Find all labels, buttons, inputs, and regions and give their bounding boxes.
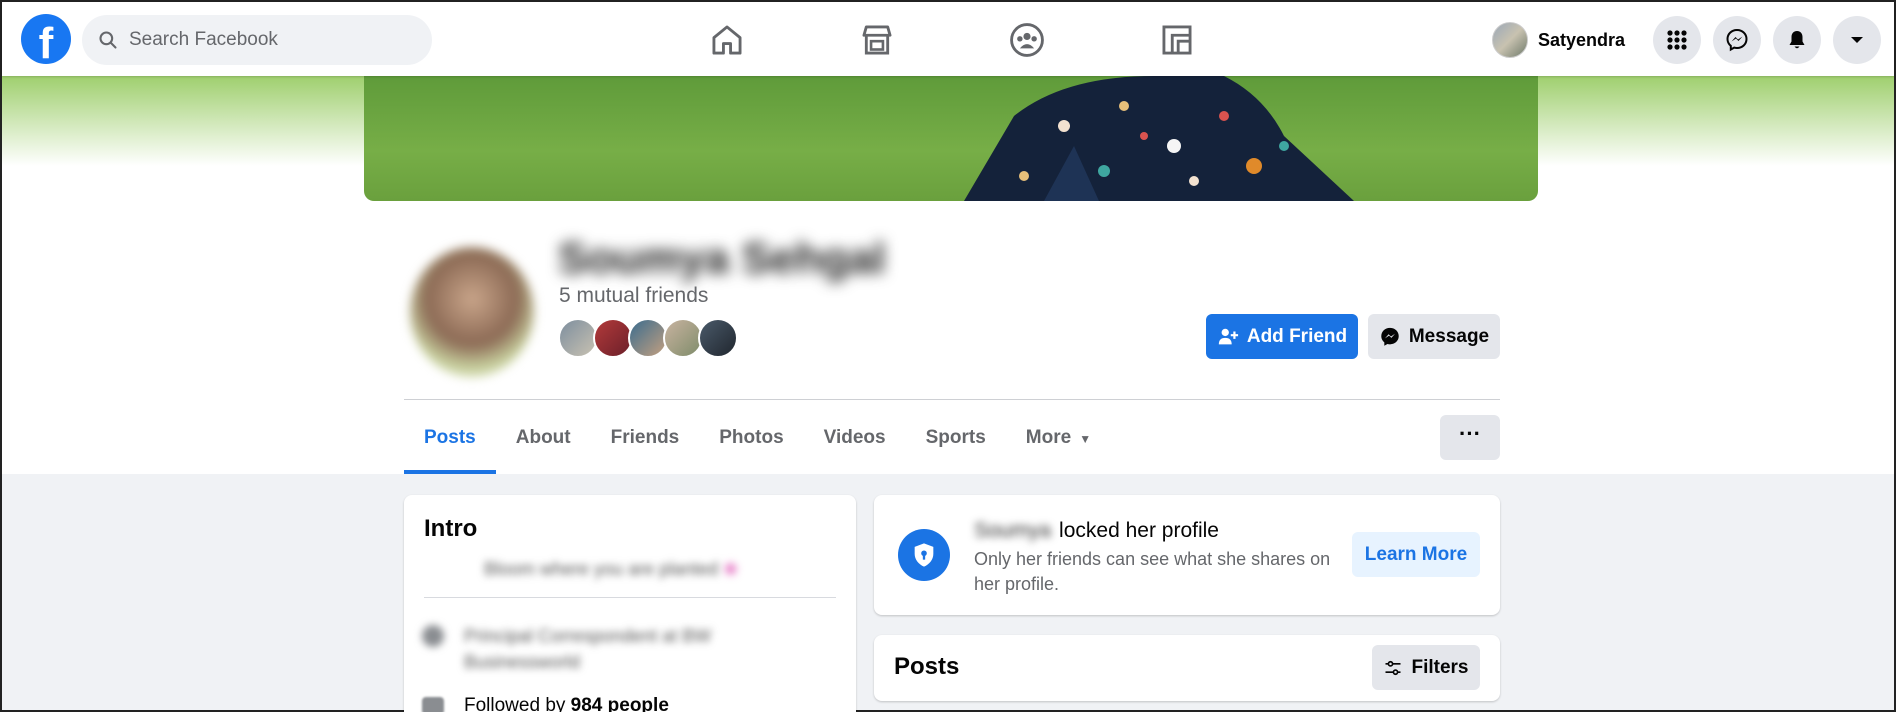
notifications-icon[interactable] — [1773, 16, 1821, 64]
mutual-friends-avatars — [558, 318, 738, 358]
groups-icon[interactable] — [1008, 21, 1046, 59]
flower-emoji-icon: ❀ — [723, 559, 739, 579]
shield-lock-icon — [898, 529, 950, 581]
posts-card: Posts Filters — [874, 635, 1500, 701]
intro-title: Intro — [424, 515, 478, 542]
tab-sports[interactable]: Sports — [906, 408, 1006, 474]
profile-tabs: Posts About Friends Photos Videos Sports… — [404, 408, 1111, 474]
tab-more-label: More — [1025, 427, 1072, 448]
cover-photo[interactable] — [364, 76, 1538, 201]
avatar[interactable] — [698, 318, 738, 358]
learn-more-button[interactable]: Learn More — [1352, 532, 1480, 577]
tab-more[interactable]: More ▼ — [1006, 408, 1111, 474]
caret-down-icon: ▼ — [1079, 432, 1092, 446]
mutual-friends-count[interactable]: 5 mutual friends — [559, 284, 708, 308]
locked-profile-text: locked her profile — [1059, 519, 1219, 542]
locked-profile-name: Soumya — [974, 519, 1052, 542]
posts-title: Posts — [894, 653, 960, 680]
account-caret-icon[interactable] — [1833, 16, 1881, 64]
profile-name: Soumya Sehgal — [558, 234, 886, 283]
work-icon — [422, 625, 444, 647]
profile-shortcut[interactable]: Satyendra — [1492, 20, 1625, 60]
profile-picture[interactable] — [410, 247, 534, 377]
filters-label: Filters — [1411, 656, 1469, 678]
locked-profile-card: Soumya locked her profile Only her friend… — [874, 495, 1500, 615]
menu-grid-icon[interactable] — [1653, 16, 1701, 64]
followers-count[interactable]: 984 people — [571, 695, 669, 712]
intro-card: Intro Bloom where you are planted ❀ Prin… — [404, 495, 856, 712]
filters-icon — [1385, 660, 1401, 675]
cover-photo-figure — [964, 76, 1354, 201]
user-name: Satyendra — [1538, 29, 1626, 50]
followers-line: Followed by 984 people — [464, 695, 669, 712]
tab-photos[interactable]: Photos — [699, 408, 803, 474]
filters-button[interactable]: Filters — [1372, 645, 1480, 690]
header-divider — [404, 399, 1500, 400]
messenger-icon — [1381, 327, 1399, 346]
intro-bio: Bloom where you are planted ❀ — [484, 559, 738, 580]
message-button[interactable]: Message — [1368, 314, 1500, 359]
intro-divider — [424, 597, 836, 598]
marketplace-icon[interactable] — [858, 21, 896, 59]
locked-profile-title: Soumya locked her profile — [974, 519, 1219, 543]
avatar[interactable] — [663, 318, 703, 358]
locked-profile-description: Only her friends can see what she shares… — [974, 549, 1331, 594]
rss-icon — [422, 697, 444, 712]
intro-work: Principal Correspondent at BW Businesswo… — [464, 626, 712, 672]
search-icon — [99, 31, 117, 49]
tab-videos[interactable]: Videos — [804, 408, 906, 474]
avatar[interactable] — [593, 318, 633, 358]
add-friend-button[interactable]: Add Friend — [1206, 314, 1358, 359]
tab-about[interactable]: About — [496, 408, 591, 474]
search-input[interactable] — [129, 29, 419, 51]
add-friend-label: Add Friend — [1246, 325, 1348, 347]
search-box[interactable] — [82, 15, 432, 65]
home-icon[interactable] — [708, 21, 746, 59]
facebook-logo[interactable]: f — [21, 14, 71, 64]
message-label: Message — [1408, 325, 1490, 347]
intro-bio-text: Bloom where you are planted — [484, 559, 719, 579]
add-friend-icon — [1218, 328, 1238, 344]
avatar[interactable] — [628, 318, 668, 358]
tab-friends[interactable]: Friends — [591, 408, 700, 474]
messenger-icon[interactable] — [1713, 16, 1761, 64]
tab-posts[interactable]: Posts — [404, 408, 496, 474]
more-options-button[interactable]: ··· — [1440, 415, 1500, 460]
avatar — [1492, 22, 1528, 58]
avatar[interactable] — [558, 318, 598, 358]
gaming-icon[interactable] — [1158, 21, 1196, 59]
followed-by-label: Followed by — [464, 695, 571, 712]
top-navigation-bar: f Satyendra — [2, 2, 1894, 76]
